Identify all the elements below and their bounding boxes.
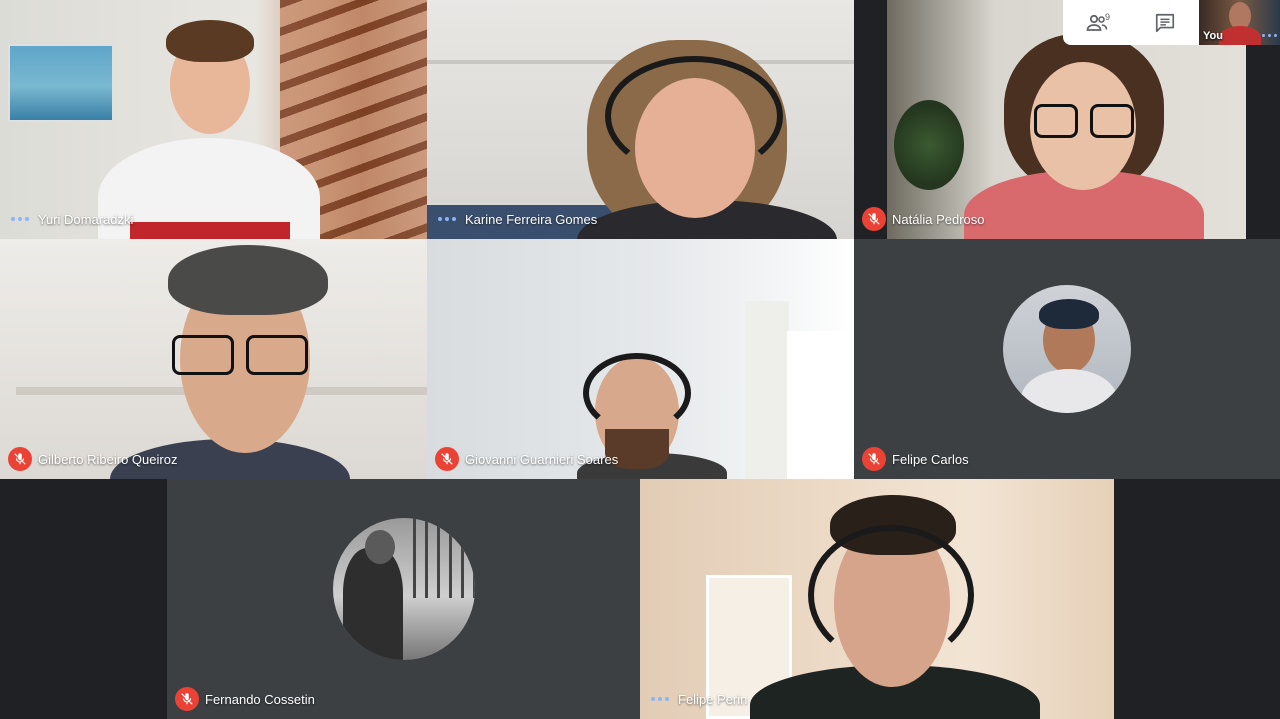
tree-trunks [412, 518, 475, 598]
self-view-tile[interactable]: You [1199, 0, 1280, 45]
participant-name: Gilberto Ribeiro Queiroz [38, 451, 178, 467]
participant-name: Natália Pedroso [892, 211, 985, 227]
participant-tile-felipe-carlos[interactable]: Felipe Carlos [854, 239, 1280, 479]
window [787, 331, 854, 479]
name-row: Gilberto Ribeiro Queiroz [8, 447, 178, 471]
audio-dots-icon [8, 217, 32, 221]
participant-name: Yuri Domaradzki [38, 211, 134, 227]
headset [583, 353, 691, 433]
name-row: Natália Pedroso [862, 207, 985, 231]
person-hair [168, 245, 328, 315]
mic-off-icon [8, 447, 32, 471]
participant-name: Felipe Carlos [892, 451, 969, 467]
headset [605, 56, 783, 176]
avatar [332, 518, 475, 660]
plant [894, 100, 964, 190]
mic-off-icon [175, 687, 199, 711]
participant-tile-fernando[interactable]: Fernando Cossetin [167, 479, 640, 719]
name-row: Yuri Domaradzki [8, 208, 133, 230]
participant-name: Karine Ferreira Gomes [465, 211, 598, 227]
shirt-stripe [130, 222, 290, 239]
participant-name: Fernando Cossetin [205, 691, 315, 707]
mic-off-icon [862, 447, 886, 471]
self-label: You [1203, 30, 1223, 42]
name-row: Karine Ferreira Gomes [435, 208, 597, 230]
name-row: Giovanni Guarnieri Soares [435, 447, 619, 471]
name-row: Felipe Carlos [862, 447, 969, 471]
mic-off-icon [435, 447, 459, 471]
top-toolbar: 9 [1063, 0, 1199, 45]
wall-painting [8, 44, 114, 122]
glasses [246, 335, 308, 375]
person-hair [166, 20, 254, 62]
participants-count: 9 [1104, 11, 1110, 22]
name-row: Felipe Perin [648, 688, 747, 710]
curtain [745, 301, 789, 479]
participants-button[interactable]: 9 [1077, 3, 1117, 43]
chat-icon [1155, 13, 1175, 32]
participant-name: Giovanni Guarnieri Soares [465, 451, 619, 467]
name-row: Fernando Cossetin [175, 687, 315, 711]
participant-tile-felipe-perin[interactable]: Felipe Perin [640, 479, 1114, 719]
participant-tile-gilberto[interactable]: Gilberto Ribeiro Queiroz [0, 239, 427, 479]
participant-tile-karine[interactable]: Karine Ferreira Gomes [427, 0, 854, 239]
participant-name: Felipe Perin [678, 691, 748, 707]
person-body [1219, 26, 1261, 45]
participant-tile-yuri[interactable]: Yuri Domaradzki [0, 0, 427, 239]
audio-dots-icon [648, 697, 672, 701]
participant-tile-giovanni[interactable]: Giovanni Guarnieri Soares [427, 239, 854, 479]
audio-dots-icon [1260, 34, 1278, 37]
audio-dots-icon [435, 217, 459, 221]
avatar [1003, 285, 1131, 413]
headset [808, 525, 974, 665]
glasses [1034, 104, 1078, 138]
glasses [1090, 104, 1134, 138]
chat-button[interactable] [1145, 3, 1185, 43]
glasses [172, 335, 234, 375]
mic-off-icon [862, 207, 886, 231]
